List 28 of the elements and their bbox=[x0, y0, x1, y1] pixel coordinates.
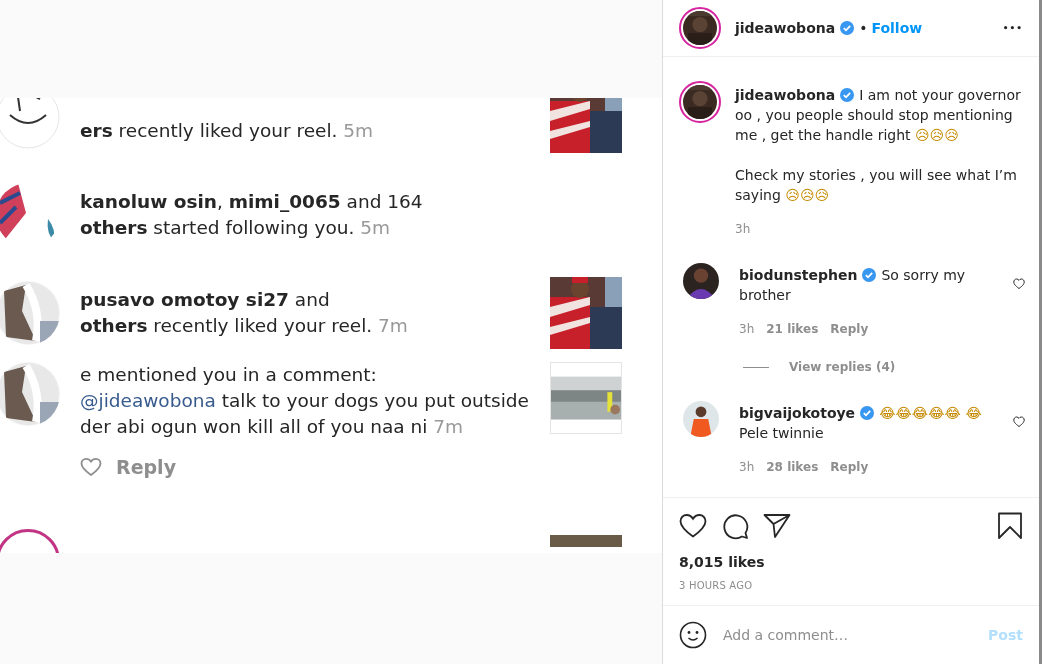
notification-text: kanoluw osin, mimi_0065 and 164 others started following you. 5m bbox=[80, 190, 424, 240]
username-link[interactable]: jideawobona bbox=[735, 87, 836, 103]
timestamp: 3h bbox=[735, 221, 751, 238]
view-replies-link[interactable]: View replies (4) bbox=[789, 357, 896, 377]
follow-button[interactable]: Follow bbox=[871, 20, 923, 36]
caption-text: jideawobona I am not your governor oo , you people should stop mentioning me , get the handle right 😥😥😥 bbox=[735, 86, 1022, 145]
reply-button[interactable]: Reply bbox=[830, 319, 869, 339]
reply-link[interactable]: Reply bbox=[116, 456, 176, 478]
notification-text: e mentioned you in a comment: @jideawobona talk to your dogs you put outside der abi ogun won kill all of you naa ni 7m bbox=[80, 363, 530, 439]
timestamp: 3h bbox=[739, 459, 755, 476]
more-options-button[interactable]: ••• bbox=[1002, 23, 1023, 33]
comment-text: bigvaijokotoye 😂😂😂😂😂 😂 Pele twinnie bbox=[739, 404, 983, 443]
reply-button[interactable]: Reply bbox=[830, 457, 869, 477]
username-link[interactable]: biodunstephen bbox=[739, 267, 858, 283]
likes-count[interactable]: 28 likes bbox=[766, 457, 819, 477]
post-age: 3 HOURS AGO bbox=[679, 580, 754, 591]
comment-text: biodunstephen So sorry my brother bbox=[739, 266, 967, 305]
separator-dot: • bbox=[859, 20, 868, 36]
likes-count[interactable]: 8,015 likes bbox=[679, 554, 1023, 570]
timestamp: 3h bbox=[739, 321, 755, 338]
caption-text: Check my stories , you will see what I’m saying 😥😥😥 bbox=[735, 166, 1018, 205]
likes-count[interactable]: 21 likes bbox=[766, 319, 819, 339]
notification-text: ers recently liked your reel. 5m bbox=[80, 119, 375, 143]
username-link[interactable]: jideawobona bbox=[735, 20, 836, 36]
notification-text: pusavo omotoy si27 and others recently liked your reel. 7m bbox=[80, 288, 409, 338]
comment-field[interactable]: Add a comment… bbox=[721, 626, 989, 644]
username-link[interactable]: bigvaijokotoye bbox=[739, 405, 856, 421]
mention-link[interactable]: @jideawobona bbox=[80, 390, 216, 411]
